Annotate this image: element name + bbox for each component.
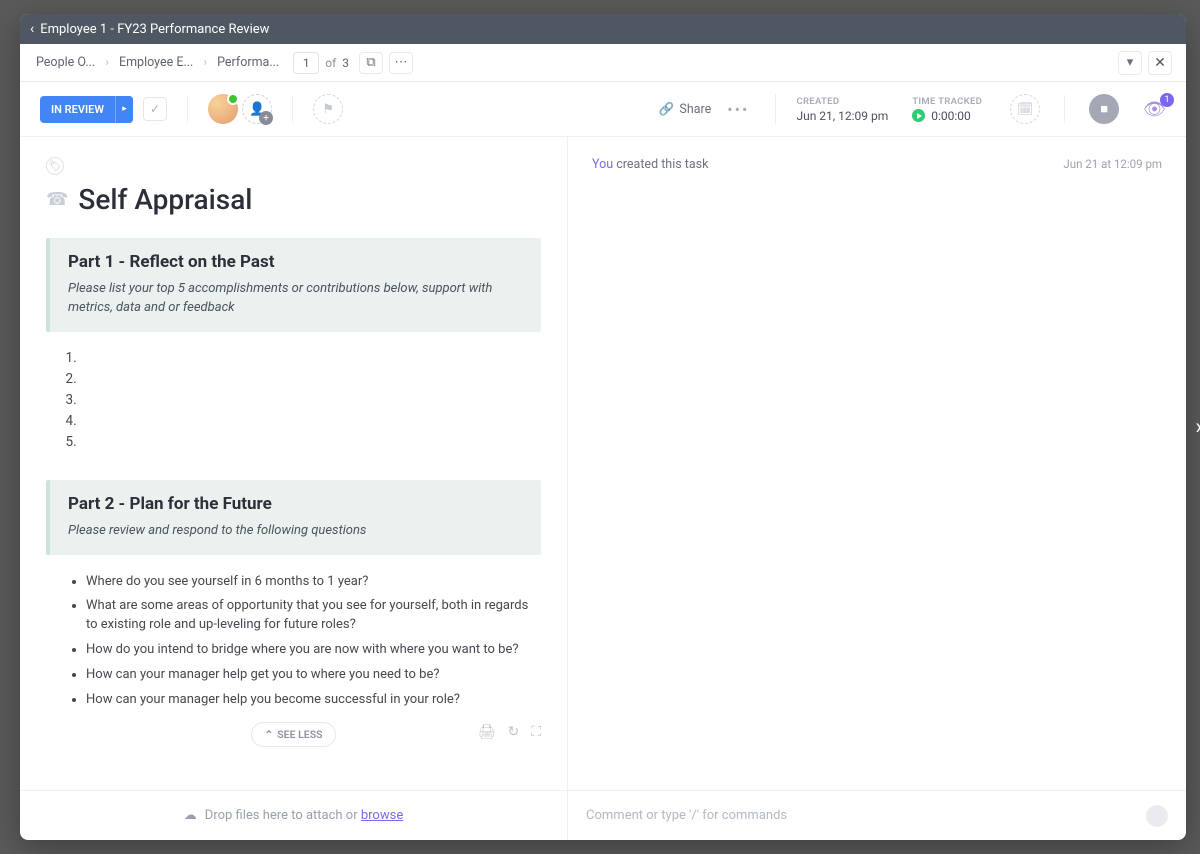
browse-link[interactable]: browse <box>361 808 403 823</box>
time-tracked-label: TIME TRACKED <box>912 96 982 107</box>
list-item[interactable] <box>80 392 541 408</box>
divider <box>1064 95 1065 123</box>
chevron-right-icon: › <box>203 55 207 70</box>
close-icon[interactable]: ✕ <box>1148 51 1172 75</box>
time-tracked-value: 0:00:00 <box>931 109 971 123</box>
share-icon: 🔗 <box>659 102 675 117</box>
share-label: Share <box>679 102 711 117</box>
divider <box>292 95 293 123</box>
due-date-button[interactable]: 🗓 <box>1010 94 1040 124</box>
history-icon[interactable]: ↻ <box>507 724 519 740</box>
question-item: How can your manager help get you to whe… <box>86 666 541 685</box>
questions-list: Where do you see yourself in 6 months to… <box>46 573 541 710</box>
chevron-right-icon: › <box>105 55 109 70</box>
question-item: What are some areas of opportunity that … <box>86 597 541 635</box>
watchers-count: 1 <box>1160 93 1174 107</box>
upload-icon: ☁ <box>184 808 197 823</box>
see-less-button[interactable]: ⌃ SEE LESS <box>251 722 335 747</box>
add-tag-button[interactable]: 🏷 <box>46 157 64 175</box>
part1-heading: Part 1 - Reflect on the Past <box>68 252 523 272</box>
print-icon[interactable]: 🖨 <box>478 724 496 740</box>
task-metabar: IN REVIEW ▸ ✓ 👤 + ⚑ 🔗 Share ••• CREATED <box>20 82 1186 137</box>
comment-bubble-icon[interactable] <box>1146 805 1168 827</box>
watchers-button[interactable]: 👁 1 <box>1143 99 1166 120</box>
priority-flag-button[interactable]: ⚑ <box>313 94 343 124</box>
callout-part1: Part 1 - Reflect on the Past Please list… <box>46 238 541 332</box>
back-chevron-icon[interactable]: ‹ <box>30 21 34 37</box>
activity-entry: You created this task Jun 21 at 12:09 pm <box>592 157 1162 172</box>
more-icon[interactable]: ⋯ <box>389 52 413 74</box>
breadcrumb-item[interactable]: Employee E... <box>117 51 195 74</box>
created-value: Jun 21, 12:09 pm <box>796 109 888 123</box>
modal-title: Employee 1 - FY23 Performance Review <box>40 22 269 37</box>
task-title[interactable]: Self Appraisal <box>78 183 252 216</box>
status-dropdown-icon[interactable]: ▸ <box>115 96 133 123</box>
assignee-avatar[interactable] <box>208 94 238 124</box>
chevron-up-icon: ⌃ <box>264 728 273 741</box>
see-less-label: SEE LESS <box>277 728 322 741</box>
share-button[interactable]: 🔗 Share <box>659 102 711 117</box>
plus-icon: + <box>259 111 273 125</box>
question-item: How do you intend to bridge where you ar… <box>86 641 541 660</box>
activity-time: Jun 21 at 12:09 pm <box>1063 157 1162 172</box>
attachments-dropzone[interactable]: ☁ Drop files here to attach or browse <box>20 791 568 840</box>
mark-complete-button[interactable]: ✓ <box>143 97 167 121</box>
list-item[interactable] <box>80 350 541 366</box>
pager: 1 of 3 <box>293 52 349 74</box>
list-item[interactable] <box>80 371 541 387</box>
activity-actor[interactable]: You <box>592 157 613 172</box>
record-clip-button[interactable]: ■ <box>1089 94 1119 124</box>
activity-pane: You created this task Jun 21 at 12:09 pm <box>568 137 1186 790</box>
task-type-icon: ☎ <box>46 189 68 210</box>
list-item[interactable] <box>80 413 541 429</box>
content-pane: 🏷 ☎ Self Appraisal Part 1 - Reflect on t… <box>20 137 568 790</box>
part2-heading: Part 2 - Plan for the Future <box>68 494 523 514</box>
pager-of: of <box>325 56 336 70</box>
created-field: CREATED Jun 21, 12:09 pm <box>796 96 888 123</box>
next-task-chevron-icon[interactable]: › <box>1195 415 1200 440</box>
new-tab-icon[interactable]: ⧉ <box>359 52 383 74</box>
task-footer: ☁ Drop files here to attach or browse Co… <box>20 790 1186 840</box>
created-label: CREATED <box>796 96 888 107</box>
task-body: 🏷 ☎ Self Appraisal Part 1 - Reflect on t… <box>20 137 1186 790</box>
add-assignee-button[interactable]: 👤 + <box>242 94 272 124</box>
activity-text: created this task <box>613 157 708 172</box>
divider <box>187 95 188 123</box>
task-modal: ‹ Employee 1 - FY23 Performance Review P… <box>20 14 1186 840</box>
breadcrumb-bar: People O... › Employee E... › Performa..… <box>20 44 1186 82</box>
question-item: How can your manager help you become suc… <box>86 691 541 710</box>
expand-icon[interactable]: ⛶ <box>531 724 541 740</box>
minimize-icon[interactable]: ▾ <box>1118 51 1142 75</box>
play-icon[interactable] <box>912 109 925 122</box>
comment-input[interactable]: Comment or type '/' for commands <box>586 808 787 823</box>
more-actions-icon[interactable]: ••• <box>727 100 749 119</box>
part1-prompt: Please list your top 5 accomplishments o… <box>68 280 523 318</box>
status-label: IN REVIEW <box>40 96 115 123</box>
question-item: Where do you see yourself in 6 months to… <box>86 573 541 592</box>
breadcrumb-item[interactable]: Performa... <box>215 51 281 74</box>
modal-titlebar: ‹ Employee 1 - FY23 Performance Review <box>20 14 1186 44</box>
list-item[interactable] <box>80 434 541 450</box>
drop-text: Drop files here to attach or <box>205 808 361 823</box>
page-number[interactable]: 1 <box>293 52 319 74</box>
accomplishments-list[interactable] <box>46 350 541 450</box>
part2-prompt: Please review and respond to the followi… <box>68 522 523 541</box>
status-button[interactable]: IN REVIEW ▸ <box>40 96 133 123</box>
callout-part2: Part 2 - Plan for the Future Please revi… <box>46 480 541 555</box>
breadcrumb-item[interactable]: People O... <box>34 51 97 74</box>
pager-total: 3 <box>342 56 349 70</box>
time-tracked-field: TIME TRACKED 0:00:00 <box>912 96 982 123</box>
